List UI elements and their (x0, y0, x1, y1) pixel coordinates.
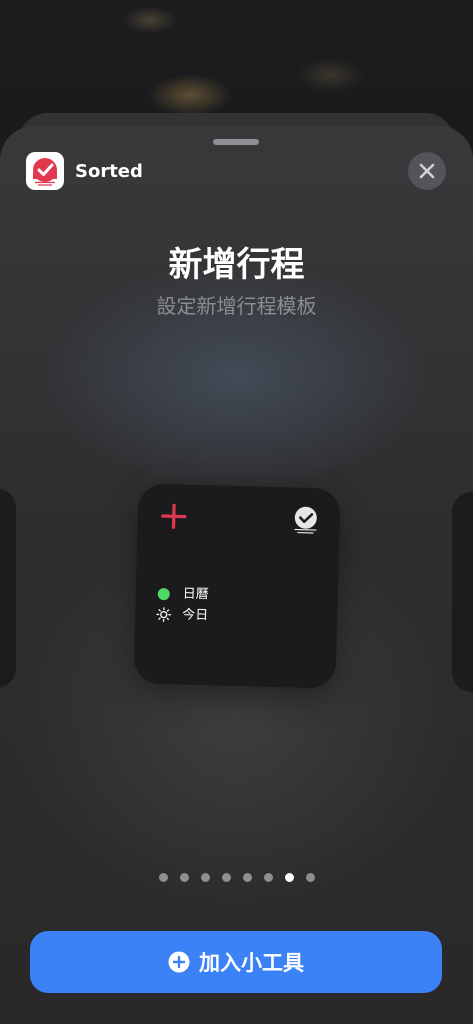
page-dot[interactable] (263, 873, 273, 882)
page-dot[interactable] (305, 873, 315, 882)
widget-title: 新增行程 (168, 245, 305, 285)
plus-circle-icon (168, 951, 190, 973)
plus-icon (161, 503, 187, 529)
calendar-label: 日曆 (182, 586, 209, 603)
page-dot[interactable] (200, 873, 210, 882)
sun-icon (156, 607, 172, 622)
close-button[interactable] (408, 152, 446, 190)
page-dot[interactable] (179, 873, 189, 882)
page-indicator[interactable] (0, 867, 473, 882)
page-dot[interactable] (221, 873, 231, 882)
page-dot[interactable] (158, 873, 168, 882)
close-icon (419, 163, 435, 179)
next-widget-preview[interactable] (452, 492, 473, 692)
add-widget-label: 加入小工具 (199, 951, 304, 975)
app-name: Sorted (75, 161, 143, 182)
green-dot-icon (157, 587, 170, 601)
page-dot-active[interactable] (284, 873, 294, 882)
add-widget-button[interactable]: 加入小工具 (30, 931, 442, 993)
previous-widget-preview[interactable] (0, 488, 16, 688)
widget-subtitle: 設定新增行程模板 (156, 294, 317, 318)
widget-gallery-sheet: Sorted 新增行程 設定新增行程模板 日曆 今日 加入小工具 (0, 126, 473, 1024)
sorted-logo-icon (294, 506, 317, 534)
today-label: 今日 (182, 607, 209, 624)
sorted-app-icon (26, 152, 64, 190)
widget-preview[interactable]: 日曆 今日 (133, 483, 341, 689)
sheet-grabber[interactable] (213, 139, 259, 145)
page-dot[interactable] (242, 873, 252, 882)
